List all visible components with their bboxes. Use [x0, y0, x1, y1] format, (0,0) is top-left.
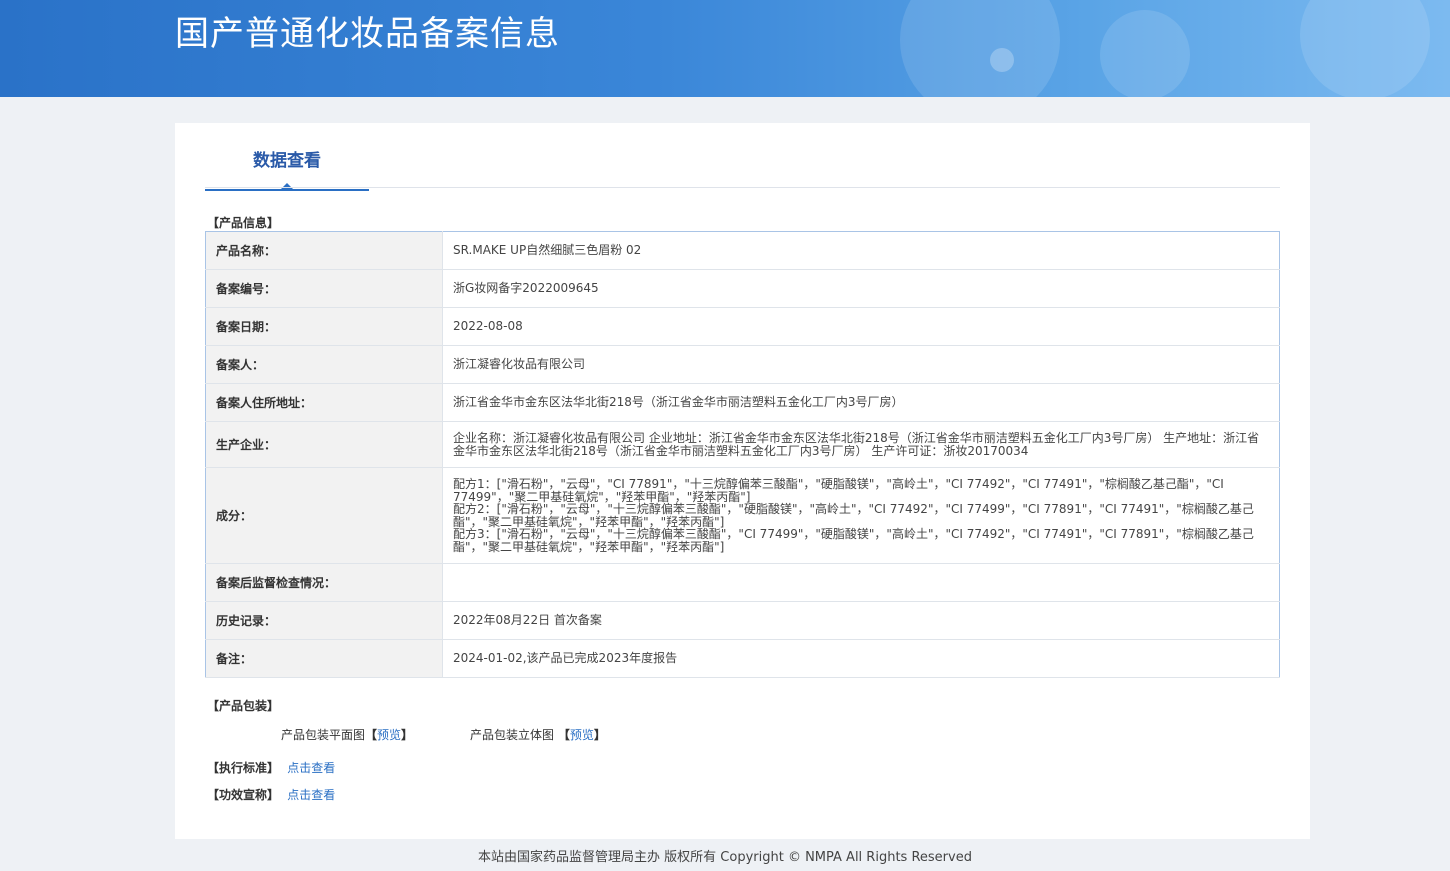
- tab-divider: [205, 187, 1280, 188]
- section-packaging: 【产品包装】: [207, 699, 280, 713]
- row-value: 浙江省金华市金东区法华北街218号（浙江省金华市丽洁塑料五金化工厂内3号厂房）: [442, 383, 1280, 422]
- footer-copyright: 本站由国家药品监督管理局主办 版权所有 Copyright © NMPA All…: [478, 850, 972, 865]
- table-row: 备注： 2024-01-02,该产品已完成2023年度报告: [205, 639, 1280, 678]
- row-value: 2022-08-08: [442, 307, 1280, 346]
- table-row: 成分： 配方1：["滑石粉"，"云母"，"CI 77891"，"十三烷醇偏苯三酸酯…: [205, 467, 1280, 564]
- row-key: 备案后监督检查情况：: [205, 563, 443, 602]
- tab-caret-icon: [281, 183, 293, 189]
- page-title: 国产普通化妆品备案信息: [175, 14, 560, 54]
- row-value: 浙G妆网备字2022009645: [442, 269, 1280, 308]
- header-banner: 国产普通化妆品备案信息: [0, 0, 1450, 97]
- section-claims: 【功效宣称】 点击查看: [207, 788, 336, 802]
- table-row: 备案人住所地址： 浙江省金华市金东区法华北街218号（浙江省金华市丽洁塑料五金化工…: [205, 383, 1280, 422]
- package-stereo-row: 产品包装立体图 【预览】: [470, 728, 606, 742]
- table-row: 备案后监督检查情况：: [205, 563, 1280, 602]
- row-key: 备案日期：: [205, 307, 443, 346]
- row-value: 企业名称：浙江凝睿化妆品有限公司 企业地址：浙江省金华市金东区法华北街218号（…: [442, 421, 1280, 468]
- package-flat-label: 产品包装平面图: [281, 728, 366, 742]
- table-row: 产品名称： SR.MAKE UP自然细腻三色眉粉 02: [205, 231, 1280, 270]
- package-flat-row: 产品包装平面图【预览】: [281, 728, 414, 742]
- row-key: 生产企业：: [205, 421, 443, 468]
- row-key: 备案人住所地址：: [205, 383, 443, 422]
- table-row: 备案人： 浙江凝睿化妆品有限公司: [205, 345, 1280, 384]
- claims-view-link[interactable]: 点击查看: [287, 788, 335, 802]
- formula-line: 配方1：["滑石粉"，"云母"，"CI 77891"，"十三烷醇偏苯三酸酯"，"…: [453, 477, 1224, 504]
- content-card: 数据查看 【产品信息】 产品名称： SR.MAKE UP自然细腻三色眉粉 02 备案…: [175, 123, 1310, 839]
- package-stereo-label: 产品包装立体图: [470, 728, 555, 742]
- table-row: 历史记录： 2022年08月22日 首次备案: [205, 601, 1280, 640]
- row-key: 成分：: [205, 467, 443, 564]
- row-value: 配方1：["滑石粉"，"云母"，"CI 77891"，"十三烷醇偏苯三酸酯"，"…: [442, 467, 1280, 564]
- tab-data-view[interactable]: 数据查看: [205, 143, 369, 191]
- row-key: 历史记录：: [205, 601, 443, 640]
- row-key: 备案人：: [205, 345, 443, 384]
- row-key: 产品名称：: [205, 231, 443, 270]
- section-standard: 【执行标准】 点击查看: [207, 761, 336, 775]
- row-value: 浙江凝睿化妆品有限公司: [442, 345, 1280, 384]
- row-key: 备案编号：: [205, 269, 443, 308]
- table-row: 生产企业： 企业名称：浙江凝睿化妆品有限公司 企业地址：浙江省金华市金东区法华北街…: [205, 421, 1280, 468]
- product-info-table: 产品名称： SR.MAKE UP自然细腻三色眉粉 02 备案编号： 浙G妆网备字202…: [205, 231, 1280, 678]
- section-product-info: 【产品信息】: [207, 216, 280, 230]
- row-value: 2024-01-02,该产品已完成2023年度报告: [442, 639, 1280, 678]
- package-stereo-preview-link[interactable]: 预览: [570, 728, 594, 742]
- tab-label: 数据查看: [253, 151, 321, 171]
- table-row: 备案日期： 2022-08-08: [205, 307, 1280, 346]
- formula-line: 配方3：["滑石粉"，"云母"，"十三烷醇偏苯三酸酯"，"CI 77499"，"…: [453, 527, 1254, 554]
- row-value: [442, 563, 1280, 602]
- standard-view-link[interactable]: 点击查看: [287, 761, 335, 775]
- row-value: 2022年08月22日 首次备案: [442, 601, 1280, 640]
- package-flat-preview-link[interactable]: 预览: [377, 728, 401, 742]
- table-row: 备案编号： 浙G妆网备字2022009645: [205, 269, 1280, 308]
- row-value: SR.MAKE UP自然细腻三色眉粉 02: [442, 231, 1280, 270]
- formula-line: 配方2：["滑石粉"，"云母"，"十三烷醇偏苯三酸酯"，"硬脂酸镁"，"高岭土"…: [453, 502, 1254, 529]
- row-key: 备注：: [205, 639, 443, 678]
